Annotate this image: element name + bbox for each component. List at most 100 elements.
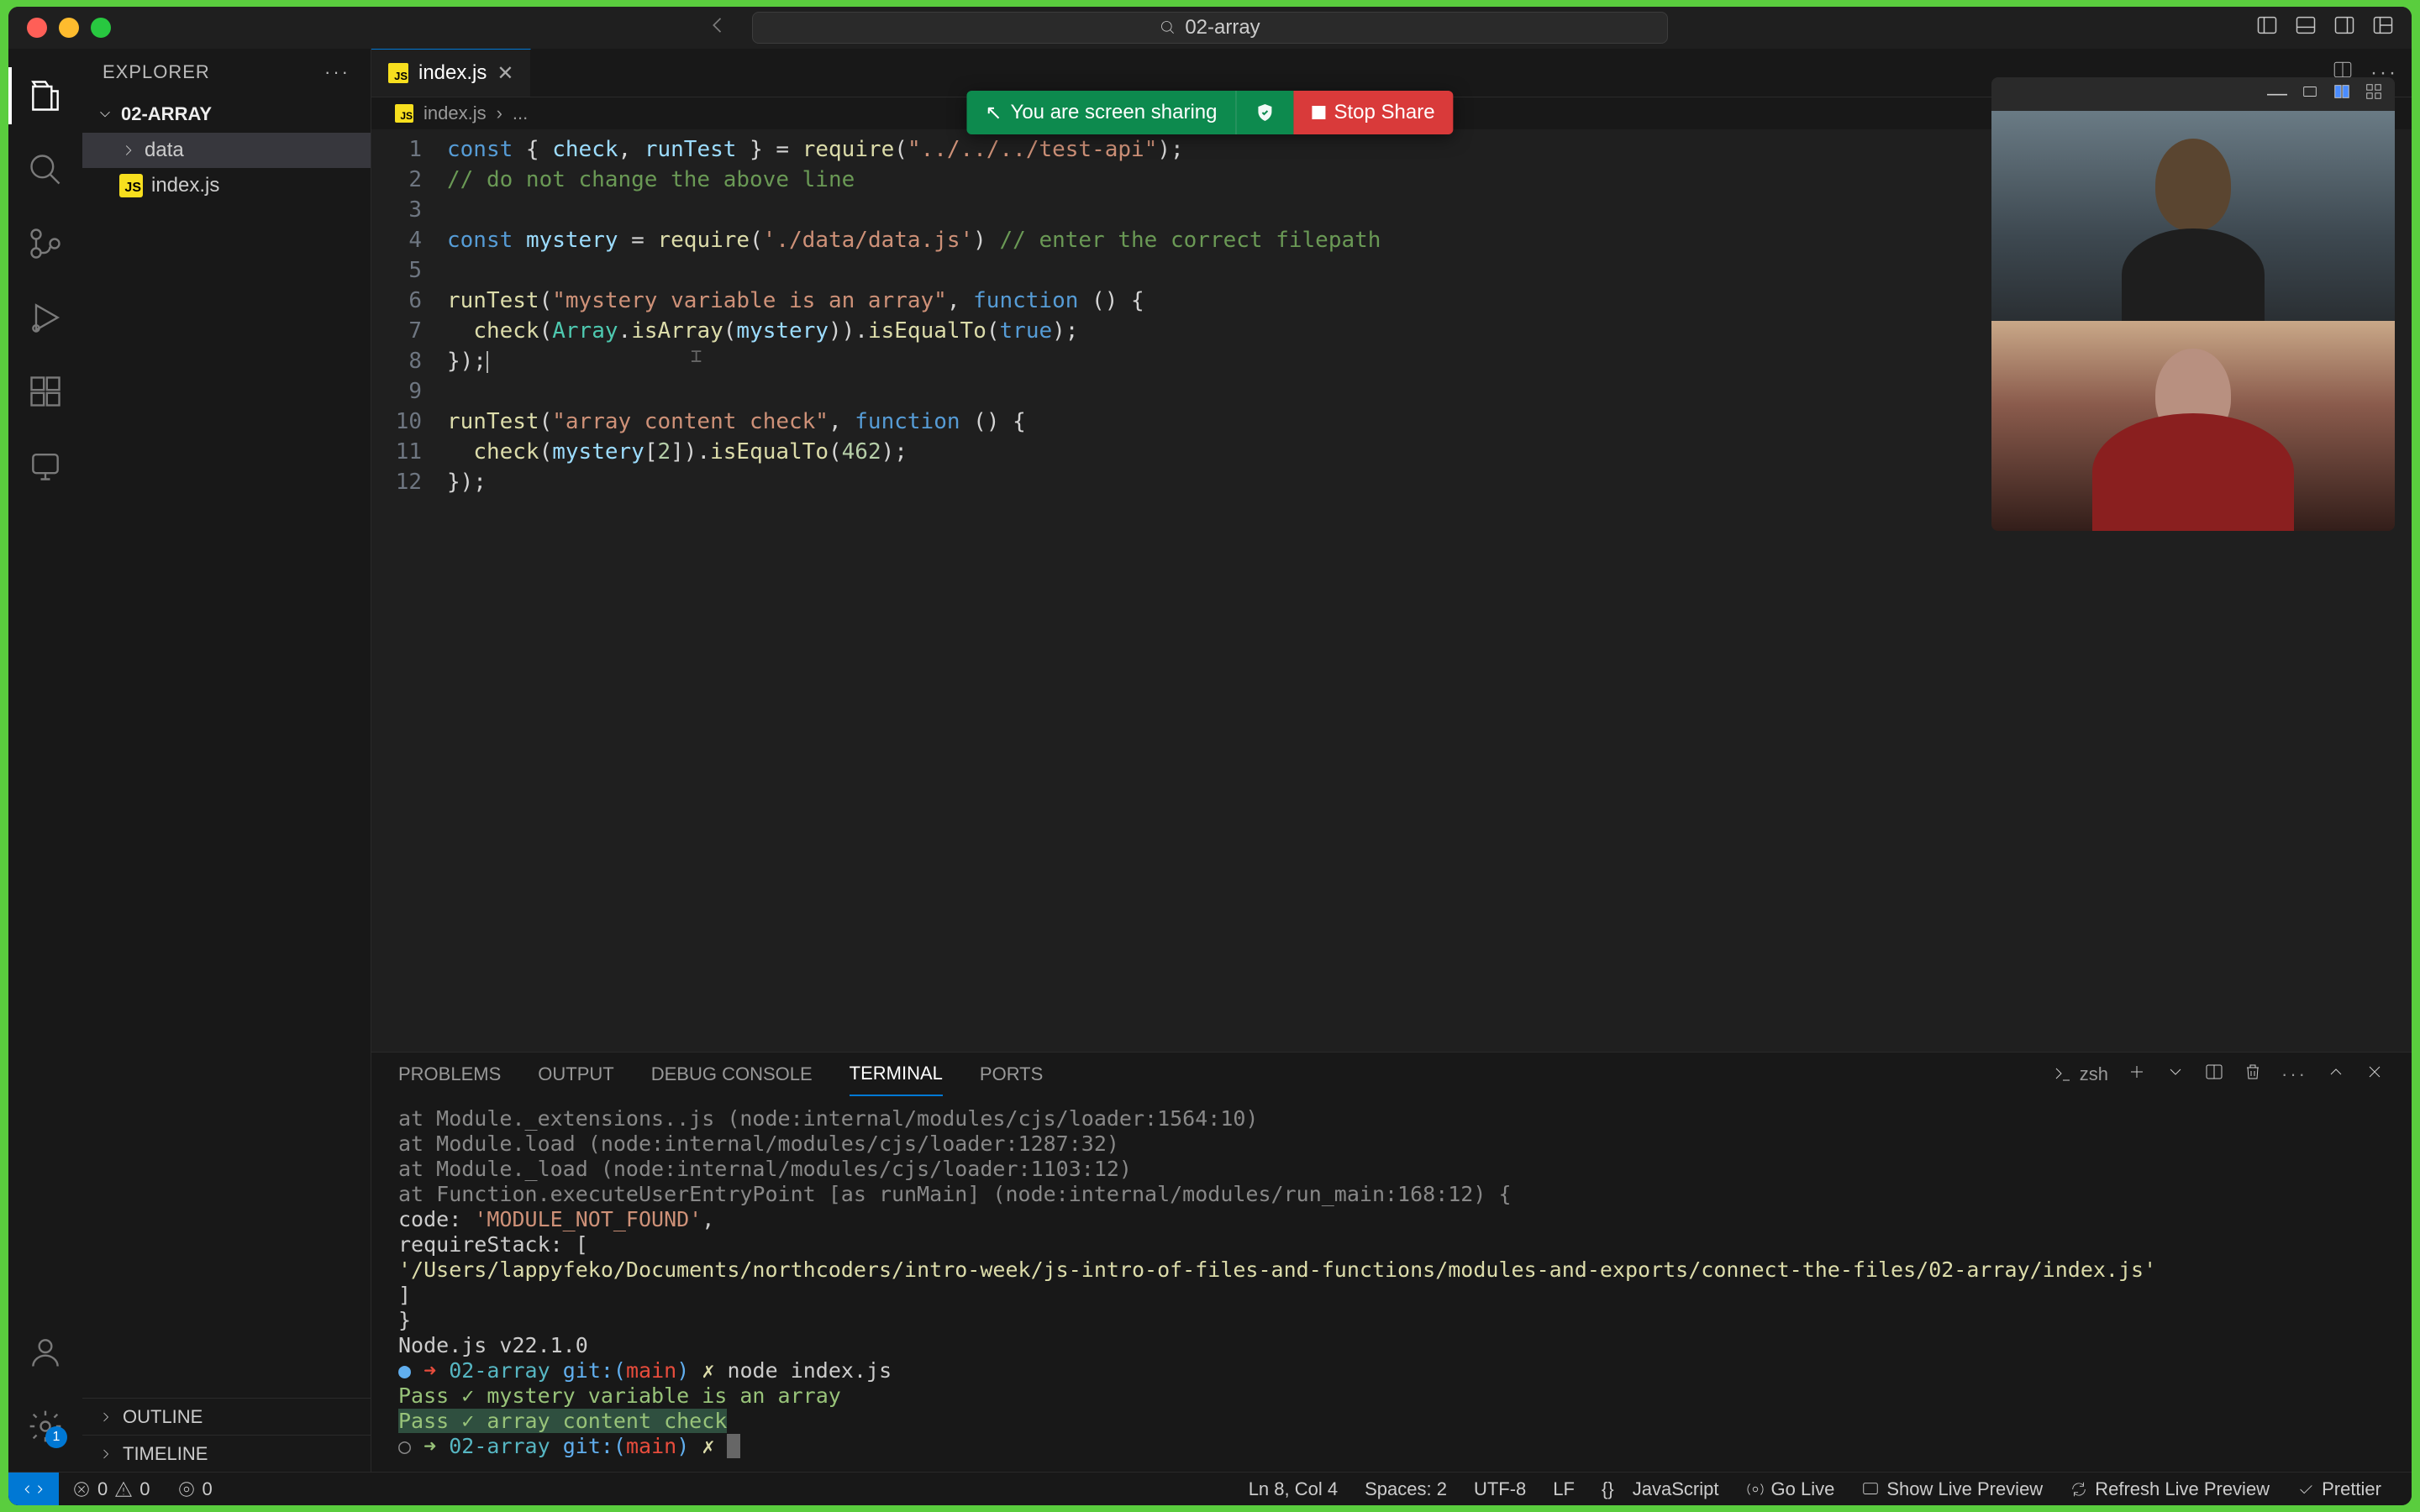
video-call-panel[interactable]: — [1991,77,2395,531]
accounts-activity[interactable] [8,1315,82,1389]
stop-share-label: Stop Share [1334,101,1434,124]
timeline-section[interactable]: TIMELINE [82,1435,371,1472]
search-text: 02-array [1185,16,1260,39]
outline-section[interactable]: OUTLINE [82,1398,371,1435]
video-grid-icon[interactable] [2365,82,2383,107]
video-minimize-icon[interactable]: — [2267,82,2287,106]
breadcrumb-file: index.js [424,102,487,124]
explorer-more-icon[interactable]: ··· [324,61,350,83]
kill-terminal-icon[interactable] [2243,1062,2263,1087]
ports-icon [177,1480,196,1499]
terminal-profile[interactable]: zsh [2053,1063,2108,1085]
tab-problems[interactable]: PROBLEMS [398,1063,501,1085]
tree-folder-data[interactable]: data [82,133,371,168]
tree-item-label: data [145,139,184,162]
share-shield[interactable] [1235,91,1293,134]
nav-back-icon[interactable] [706,13,729,43]
chevron-right-icon [97,1409,114,1425]
error-icon [72,1480,91,1499]
explorer-activity[interactable] [8,59,82,133]
outline-label: OUTLINE [123,1406,203,1428]
stop-icon [1312,106,1325,119]
minimize-window-button[interactable] [59,18,79,38]
live-preview[interactable]: Show Live Preview [1848,1478,2056,1500]
preview-icon [1861,1480,1880,1499]
status-ports[interactable]: 0 [164,1478,226,1500]
broadcast-icon [1746,1480,1765,1499]
video-dock-icon[interactable] [2301,82,2319,107]
search-icon [1160,19,1176,36]
source-control-activity[interactable] [8,207,82,281]
tree-item-label: index.js [151,174,219,197]
remote-activity[interactable] [8,428,82,502]
settings-badge: 1 [45,1426,67,1448]
terminal-content[interactable]: at Module._extensions..js (node:internal… [371,1096,2412,1472]
settings-activity[interactable]: 1 [8,1389,82,1463]
explorer-title: EXPLORER [103,61,210,83]
text-cursor-caret: ⌶ [691,346,702,367]
encoding[interactable]: UTF-8 [1460,1478,1539,1500]
workspace-root-label: 02-ARRAY [121,103,212,125]
split-terminal-icon[interactable] [2204,1062,2224,1087]
workspace-root[interactable]: 02-ARRAY [82,96,371,133]
share-text: You are screen sharing [1011,101,1218,124]
run-debug-activity[interactable] [8,281,82,354]
status-bar: 0 0 0 Ln 8, Col 4 Spaces: 2 UTF-8 LF {} … [8,1472,2412,1505]
tab-output[interactable]: OUTPUT [538,1063,613,1085]
refresh-icon [2070,1480,2088,1499]
activity-bar: 1 [8,49,82,1472]
remote-indicator[interactable] [8,1473,59,1506]
fullscreen-window-button[interactable] [91,18,111,38]
tab-index-js[interactable]: JS index.js ✕ [371,49,531,97]
tab-terminal[interactable]: TERMINAL [850,1063,943,1096]
language-mode[interactable]: {} JavaScript [1588,1478,1733,1500]
check-icon [2296,1480,2315,1499]
js-file-icon: JS [119,174,143,197]
close-panel-icon[interactable] [2365,1062,2385,1087]
video-participant-1[interactable] [1991,111,2395,321]
breadcrumb-sep: › [497,102,502,124]
go-live[interactable]: Go Live [1733,1478,1849,1500]
close-window-button[interactable] [27,18,47,38]
layout-custom-icon[interactable] [2371,13,2395,43]
tab-debug-console[interactable]: DEBUG CONSOLE [651,1063,813,1085]
prettier-status[interactable]: Prettier [2283,1478,2395,1500]
sharing-indicator[interactable]: ↖ You are screen sharing [966,91,1235,134]
chevron-down-icon [96,105,114,123]
warning-icon [114,1480,133,1499]
layout-left-icon[interactable] [2255,13,2279,43]
indentation[interactable]: Spaces: 2 [1351,1478,1460,1500]
bottom-panel: PROBLEMS OUTPUT DEBUG CONSOLE TERMINAL P… [371,1052,2412,1472]
command-center[interactable]: 02-array [752,12,1668,44]
stop-share-button[interactable]: Stop Share [1293,91,1453,134]
timeline-label: TIMELINE [123,1443,208,1465]
shield-check-icon [1255,102,1275,123]
status-errors[interactable]: 0 0 [59,1478,164,1500]
cursor-position[interactable]: Ln 8, Col 4 [1235,1478,1351,1500]
eol[interactable]: LF [1539,1478,1588,1500]
extensions-activity[interactable] [8,354,82,428]
js-file-icon: JS [388,63,408,83]
layout-right-icon[interactable] [2333,13,2356,43]
refresh-live-preview[interactable]: Refresh Live Preview [2056,1478,2283,1500]
video-layout-active-icon[interactable] [2333,82,2351,107]
js-file-icon: JS [395,104,413,123]
new-terminal-icon[interactable] [2127,1062,2147,1087]
tab-ports[interactable]: PORTS [980,1063,1043,1085]
tree-file-index[interactable]: JS index.js [82,168,371,203]
video-participant-2[interactable] [1991,321,2395,531]
maximize-panel-icon[interactable] [2326,1062,2346,1087]
terminal-dropdown-icon[interactable] [2165,1062,2186,1087]
share-cursor-icon: ↖ [985,101,1002,125]
titlebar: 02-array [8,7,2412,49]
screen-share-banner: ↖ You are screen sharing Stop Share [966,91,1453,134]
chevron-right-icon [119,141,138,160]
line-numbers: 123456789101112 [371,129,447,1052]
more-terminal-icon[interactable]: ··· [2281,1063,2307,1085]
chevron-right-icon [97,1446,114,1462]
search-activity[interactable] [8,133,82,207]
explorer-sidebar: EXPLORER ··· 02-ARRAY data JS index.js [82,49,371,1472]
close-tab-icon[interactable]: ✕ [497,61,513,86]
tab-label: index.js [418,61,487,85]
layout-bottom-icon[interactable] [2294,13,2317,43]
